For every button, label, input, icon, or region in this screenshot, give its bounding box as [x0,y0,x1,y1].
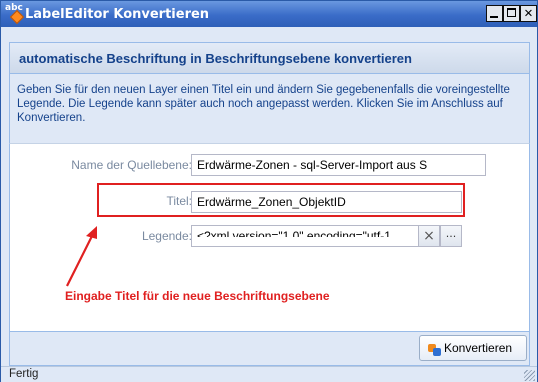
annotation-text: Eingabe Titel für die neue Beschriftungs… [65,289,330,303]
maximize-icon [507,8,516,17]
legend-more-button[interactable]: ... [440,225,462,247]
panel-title: automatische Beschriftung in Beschriftun… [19,51,412,66]
close-button[interactable]: ✕ [520,5,537,22]
legend-field[interactable]: <?xml version="1.0" encoding="utf-1 [191,225,419,247]
status-text: Fertig [9,368,39,380]
minimize-icon [490,16,498,18]
legend-value: <?xml version="1.0" encoding="utf-1 [197,229,391,237]
panel-header: automatische Beschriftung in Beschriftun… [9,42,530,74]
convert-button[interactable]: Konvertieren [419,335,527,361]
title-highlight-box [97,183,465,217]
title-bar[interactable]: abc LabelEditor Konvertieren ✕ [1,1,537,27]
source-layer-label: Name der Quellebene: [71,158,192,172]
close-icon: ✕ [524,5,533,21]
description-panel: Geben Sie für den neuen Layer einen Tite… [9,74,530,143]
abc-label-icon: abc [5,3,25,25]
description-text: Geben Sie für den neuen Layer einen Tite… [17,84,510,124]
legend-label: Legende: [141,229,192,243]
source-layer-field[interactable]: Erdwärme-Zonen - sql-Server-Import aus S [191,154,486,176]
maximize-button[interactable] [503,5,520,22]
minimize-button[interactable] [486,5,503,22]
status-bar: Fertig [1,366,537,382]
window-title: LabelEditor Konvertieren [25,7,210,22]
convert-label: Konvertieren [444,341,513,355]
resize-grip[interactable] [524,370,535,381]
legend-clear-button[interactable]: × [418,225,440,247]
form-panel: Name der Quellebene: Erdwärme-Zonen - sq… [9,143,530,332]
convert-icon [428,342,442,356]
button-bar: Konvertieren [9,332,530,366]
